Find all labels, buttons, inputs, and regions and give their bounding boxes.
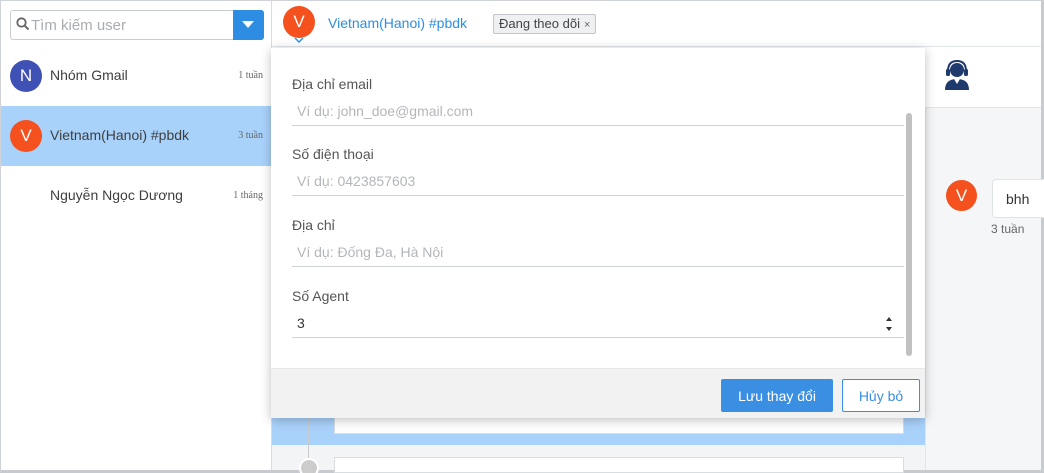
cancel-button[interactable]: Hủy bỏ [842, 379, 920, 412]
right-panel-header [925, 48, 1041, 108]
phone-label: Số điện thoại [292, 146, 374, 162]
address-field[interactable] [292, 237, 904, 267]
save-button[interactable]: Lưu thay đổi [721, 379, 833, 412]
avatar: V [10, 120, 42, 152]
conversation-time: 1 tuần [238, 70, 263, 81]
conversation-item[interactable]: Nguyễn Ngọc Dương 1 tháng [1, 166, 271, 226]
conversation-name: Vietnam(Hanoi) #pbdk [50, 127, 190, 143]
conversation-item-active[interactable]: V Vietnam(Hanoi) #pbdk 3 tuần [1, 106, 271, 166]
search-filter-dropdown[interactable] [233, 10, 264, 40]
conversation-name: Nguyễn Ngọc Dương [50, 187, 183, 203]
user-info-modal: Địa chỉ email Số điện thoại Địa chỉ Số A… [271, 48, 925, 418]
search-icon [16, 17, 30, 31]
right-panel: V bhh 3 tuần [925, 48, 1044, 470]
message-avatar: V [946, 180, 977, 211]
message-time: 3 tuần [991, 222, 1025, 236]
modal-footer: Lưu thay đổi Hủy bỏ [271, 368, 925, 418]
conversation-name: Nhóm Gmail [50, 67, 128, 83]
search-box [10, 10, 264, 40]
follow-status-label: Đang theo dõi [499, 16, 580, 31]
conversation-time: 1 tháng [233, 190, 263, 201]
support-agent-icon[interactable] [942, 58, 972, 90]
close-icon[interactable]: × [584, 19, 590, 31]
caret-down-icon [242, 21, 254, 28]
conversation-header: V Vietnam(Hanoi) #pbdk Đang theo dõi × [272, 1, 1041, 47]
conversation-item[interactable]: N Nhóm Gmail 1 tuần [1, 46, 271, 106]
conversation-title: Vietnam(Hanoi) #pbdk [328, 15, 468, 31]
thread-avatar [299, 458, 319, 473]
email-field[interactable] [292, 96, 904, 126]
message-bubble: bhh [992, 179, 1044, 218]
chevron-down-icon[interactable] [294, 37, 304, 43]
stepper-arrows-icon[interactable] [883, 312, 895, 336]
agent-count-stepper[interactable] [292, 308, 904, 338]
avatar: N [10, 60, 42, 92]
phone-field[interactable] [292, 166, 904, 196]
message-box [334, 457, 904, 473]
sidebar: N Nhóm Gmail 1 tuần V Vietnam(Hanoi) #pb… [1, 1, 272, 470]
agent-count-label: Số Agent [292, 288, 349, 304]
email-label: Địa chỉ email [292, 76, 373, 92]
follow-status-tag: Đang theo dõi × [493, 14, 597, 34]
header-avatar[interactable]: V [283, 6, 315, 38]
address-label: Địa chỉ [292, 217, 335, 233]
scrollbar[interactable] [906, 113, 912, 356]
search-input[interactable] [31, 11, 235, 39]
conversation-time: 3 tuần [238, 130, 263, 141]
